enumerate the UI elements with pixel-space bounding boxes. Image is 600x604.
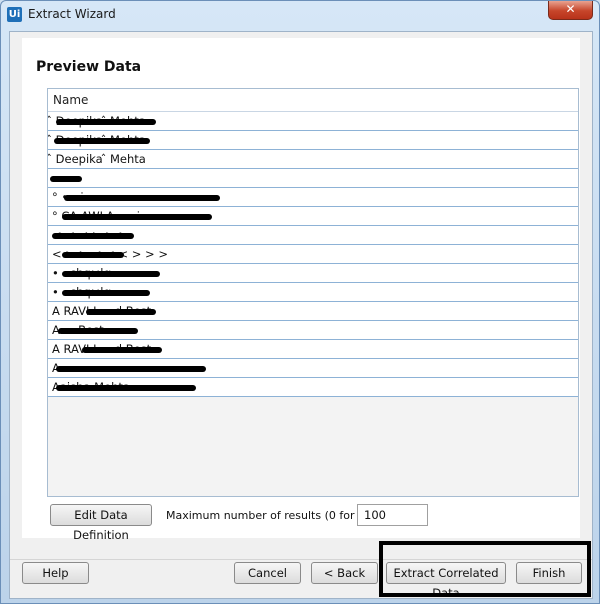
redaction-mark [82, 347, 162, 353]
max-results-input[interactable] [357, 504, 428, 526]
table-row[interactable]: ̂ Deepika ̂ Mehta [48, 131, 578, 150]
page-title: Preview Data [36, 59, 142, 75]
window-title: Extract Wizard [28, 7, 116, 21]
uipath-app-icon: Ui [7, 7, 22, 22]
redaction-mark [62, 271, 160, 277]
redaction-mark [86, 309, 156, 315]
table-row[interactable]: A ... Best [48, 321, 578, 340]
table-row[interactable]: < < < > > > [48, 226, 578, 245]
redaction-mark [54, 138, 150, 144]
title-bar: Ui Extract Wizard ✕ [1, 1, 599, 27]
help-button[interactable]: Help [22, 562, 89, 584]
close-icon: ✕ [565, 2, 576, 16]
table-row[interactable]: A RAVI I ... d Best [48, 340, 578, 359]
cell-name: ̂ Deepika ̂ Mehta [52, 152, 146, 166]
table-row[interactable]: • · chqωlα [48, 283, 578, 302]
max-results-label: Maximum number of results (0 for all) [166, 509, 376, 522]
redaction-mark [56, 385, 196, 391]
wizard-client-area: Preview Data Name ̂ Deepika ̂ Mehta ̂ De… [9, 31, 593, 600]
table-row[interactable]: A [48, 359, 578, 378]
edit-data-definition-button[interactable]: Edit Data Definition [50, 504, 152, 542]
table-row[interactable]: ̂ Deepika ̂ Mehta [48, 112, 578, 131]
cancel-button[interactable]: Cancel [234, 562, 301, 584]
redaction-mark [52, 233, 134, 239]
table-row[interactable]: ̂ Deepika ̂ Mehta [48, 150, 578, 169]
redaction-mark [56, 366, 206, 372]
redaction-mark [56, 119, 156, 125]
table-row[interactable]: ° • · ˙ [48, 188, 578, 207]
redaction-mark [62, 290, 150, 296]
preview-data-grid[interactable]: Name ̂ Deepika ̂ Mehta ̂ Deepika ̂ Mehta… [47, 88, 579, 497]
table-row[interactable] [48, 169, 578, 188]
table-row[interactable]: Aaisha Mehta [48, 378, 578, 397]
back-button[interactable]: < Back [311, 562, 378, 584]
column-header-name[interactable]: Name [48, 89, 578, 112]
table-row[interactable]: < > > < < < > > > [48, 245, 578, 264]
table-row[interactable]: • · chqωlα [48, 264, 578, 283]
table-row[interactable]: ° CA AWLA • · ˙ [48, 207, 578, 226]
redaction-mark [58, 328, 138, 334]
content-panel: Preview Data Name ̂ Deepika ̂ Mehta ̂ De… [22, 38, 580, 542]
extract-wizard-window: Ui Extract Wizard ✕ Preview Data Name ̂ … [0, 0, 600, 604]
table-row[interactable]: A RAVI I ... d Best [48, 302, 578, 321]
redaction-mark [62, 214, 212, 220]
redaction-mark [50, 176, 82, 182]
redaction-mark [62, 252, 124, 258]
redaction-mark [64, 195, 220, 201]
close-button[interactable]: ✕ [548, 1, 593, 20]
highlight-box [379, 541, 591, 597]
